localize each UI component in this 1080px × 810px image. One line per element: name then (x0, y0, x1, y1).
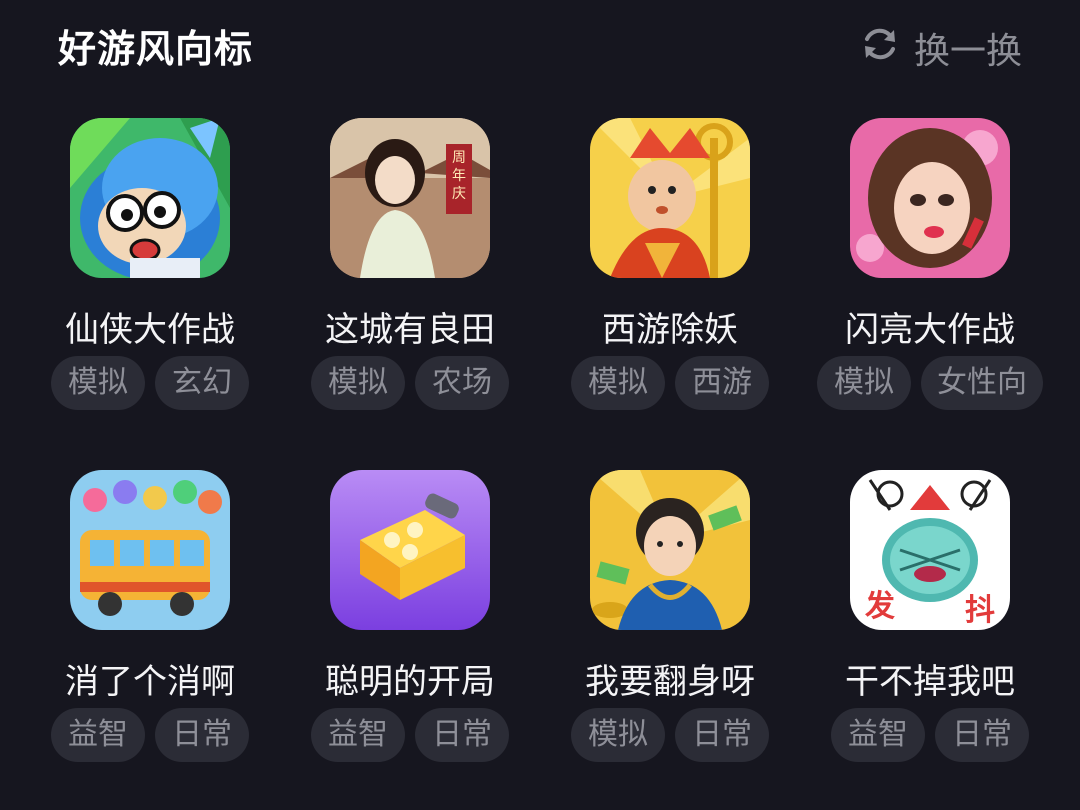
monk-staff-icon[interactable] (590, 118, 750, 278)
tag-chip[interactable]: 模拟 (571, 356, 665, 410)
tag-chip[interactable]: 益智 (831, 708, 925, 762)
game-name: 聪明的开局 (325, 662, 495, 702)
tag-list: 益智 日常 (800, 708, 1060, 762)
game-grid: 仙侠大作战 模拟 玄幻 周 年 庆 这城有良田 模拟 农场 西游除妖 模拟 西游… (0, 0, 1080, 810)
crowded-bus-icon[interactable] (70, 470, 230, 630)
pineapple-monster-icon[interactable]: 发 抖 (850, 470, 1010, 630)
overlay-char-dou: 抖 (965, 593, 995, 628)
game-card[interactable]: 闪亮大作战 模拟 女性向 (800, 118, 1060, 418)
overlay-char-fa: 发 (864, 589, 895, 624)
game-name: 我要翻身呀 (585, 662, 755, 702)
game-card[interactable]: 仙侠大作战 模拟 玄幻 (20, 118, 280, 418)
game-name: 消了个消啊 (65, 662, 235, 702)
game-card[interactable]: 聪明的开局 益智 日常 (280, 470, 540, 770)
glam-girl-icon[interactable] (850, 118, 1010, 278)
game-name: 西游除妖 (602, 310, 738, 350)
game-card[interactable]: 我要翻身呀 模拟 日常 (540, 470, 800, 770)
tag-chip[interactable]: 日常 (675, 708, 769, 762)
game-name: 仙侠大作战 (65, 310, 235, 350)
tag-list: 益智 日常 (20, 708, 280, 762)
game-name: 这城有良田 (325, 310, 495, 350)
cartoon-swordsman-icon[interactable] (70, 118, 230, 278)
tag-chip[interactable]: 模拟 (51, 356, 145, 410)
game-card[interactable]: 周 年 庆 这城有良田 模拟 农场 (280, 118, 540, 418)
yellow-box-icon[interactable] (330, 470, 490, 630)
tag-chip[interactable]: 模拟 (571, 708, 665, 762)
game-name: 闪亮大作战 (845, 310, 1015, 350)
tag-list: 模拟 西游 (540, 356, 800, 410)
tag-chip[interactable]: 日常 (155, 708, 249, 762)
tag-chip[interactable]: 西游 (675, 356, 769, 410)
game-card[interactable]: 西游除妖 模拟 西游 (540, 118, 800, 418)
game-card[interactable]: 发 抖 干不掉我吧 益智 日常 (800, 470, 1060, 770)
game-card[interactable]: 消了个消啊 益智 日常 (20, 470, 280, 770)
anniversary-banner-char-2: 年 (452, 168, 466, 184)
tag-list: 模拟 农场 (280, 356, 540, 410)
anniversary-banner-char-1: 周 (452, 150, 466, 166)
tag-chip[interactable]: 玄幻 (155, 356, 249, 410)
tag-list: 益智 日常 (280, 708, 540, 762)
tag-chip[interactable]: 模拟 (817, 356, 911, 410)
tag-list: 模拟 女性向 (800, 356, 1060, 410)
tag-list: 模拟 日常 (540, 708, 800, 762)
anniversary-banner-char-3: 庆 (452, 186, 466, 202)
tag-list: 模拟 玄幻 (20, 356, 280, 410)
tag-chip[interactable]: 女性向 (921, 356, 1043, 410)
young-man-money-icon[interactable] (590, 470, 750, 630)
game-name: 干不掉我吧 (845, 662, 1015, 702)
tag-chip[interactable]: 日常 (415, 708, 509, 762)
tag-chip[interactable]: 益智 (51, 708, 145, 762)
tag-chip[interactable]: 日常 (935, 708, 1029, 762)
tag-chip[interactable]: 农场 (415, 356, 509, 410)
tag-chip[interactable]: 益智 (311, 708, 405, 762)
tag-chip[interactable]: 模拟 (311, 356, 405, 410)
ancient-lady-icon[interactable]: 周 年 庆 (330, 118, 490, 278)
